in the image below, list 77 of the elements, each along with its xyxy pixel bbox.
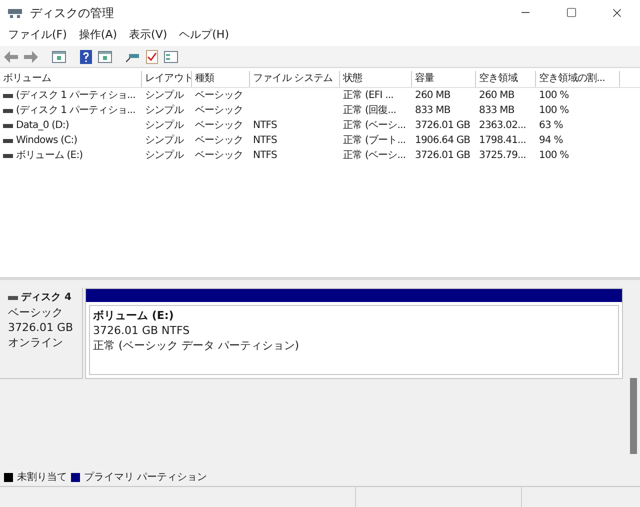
- table-cell: 833 MB: [415, 104, 450, 118]
- table-cell: ベーシック: [195, 134, 244, 148]
- table-cell: ベーシック: [195, 104, 244, 118]
- column-header[interactable]: 容量: [412, 71, 476, 87]
- legend-label: 未割り当て: [17, 470, 67, 485]
- table-cell: 正常 (回復...: [343, 104, 396, 118]
- volume-icon: [3, 108, 13, 112]
- table-cell: シンプル: [145, 104, 184, 118]
- table-cell: 260 MB: [479, 88, 514, 102]
- forward-arrow-icon[interactable]: [24, 50, 38, 62]
- properties-icon[interactable]: [164, 50, 178, 62]
- table-cell: 1906.64 GB: [415, 134, 470, 148]
- table-cell: 100 %: [539, 104, 569, 118]
- disk-type: ベーシック: [8, 305, 64, 320]
- table-cell: NTFS: [253, 134, 277, 148]
- table-cell: 正常 (ベーシ...: [343, 118, 406, 132]
- disk-icon: [8, 6, 22, 18]
- table-cell: NTFS: [253, 148, 277, 162]
- column-header[interactable]: 空き領域の割...: [536, 71, 620, 87]
- window-pane-icon[interactable]: [98, 50, 112, 62]
- table-cell: 正常 (EFI ...: [343, 88, 394, 102]
- disk-name: ディスク 4: [21, 291, 72, 305]
- table-cell: 3726.01 GB: [415, 148, 470, 162]
- menu-item[interactable]: ヘルプ(H): [175, 27, 233, 44]
- disk-info-panel[interactable]: ディスク 4 ベーシック 3726.01 GB オンライン: [0, 288, 83, 379]
- disk-status: オンライン: [8, 335, 64, 350]
- table-cell: 100 %: [539, 148, 569, 162]
- checklist-icon[interactable]: [146, 50, 158, 64]
- table-cell: 正常 (ベーシ...: [343, 148, 406, 162]
- table-cell: 833 MB: [479, 104, 514, 118]
- back-arrow-icon[interactable]: [4, 50, 18, 62]
- column-header[interactable]: 状態: [340, 71, 412, 87]
- partition-block[interactable]: ボリューム (E:) 3726.01 GB NTFS 正常 (ベーシック データ パーティション): [85, 288, 623, 379]
- table-cell: ベーシック: [195, 118, 244, 132]
- volume-icon: [3, 94, 13, 98]
- table-cell: NTFS: [253, 118, 277, 132]
- table-cell: 3725.79...: [479, 148, 526, 162]
- table-cell: (ディスク 1 パーティショ...: [16, 104, 136, 118]
- help-icon[interactable]: [80, 50, 92, 64]
- volume-icon: [3, 138, 13, 142]
- disk-size: 3726.01 GB: [8, 320, 74, 335]
- table-cell: 94 %: [539, 134, 563, 148]
- table-cell: シンプル: [145, 88, 184, 102]
- table-cell: シンプル: [145, 134, 184, 148]
- partition-name: ボリューム (E:): [93, 308, 175, 323]
- window-title: ディスクの管理: [30, 4, 114, 22]
- table-cell: ベーシック: [195, 148, 244, 162]
- table-cell: (ディスク 1 パーティショ...: [16, 88, 136, 102]
- table-cell: Windows (C:): [16, 134, 78, 148]
- table-cell: Data_0 (D:): [16, 118, 69, 132]
- volume-icon: [3, 154, 13, 158]
- table-cell: 100 %: [539, 88, 569, 102]
- table-cell: シンプル: [145, 148, 184, 162]
- table-cell: 2363.02...: [479, 118, 526, 132]
- column-header[interactable]: 空き領域: [476, 71, 536, 87]
- maximize-icon: [566, 7, 576, 18]
- table-cell: 260 MB: [415, 88, 450, 102]
- column-header[interactable]: レイアウト: [142, 71, 192, 87]
- scrollbar-thumb[interactable]: [630, 378, 637, 454]
- partition-status: 正常 (ベーシック データ パーティション): [93, 338, 300, 353]
- legend-label: プライマリ パーティション: [84, 470, 208, 485]
- partition-size: 3726.01 GB NTFS: [93, 323, 191, 338]
- table-cell: ボリューム (E:): [16, 148, 83, 162]
- column-header[interactable]: 種類: [192, 71, 250, 87]
- column-header[interactable]: ファイル システム: [250, 71, 340, 87]
- menu-item[interactable]: ファイル(F): [4, 27, 71, 44]
- column-header[interactable]: ボリューム: [0, 71, 142, 87]
- table-cell: シンプル: [145, 118, 184, 132]
- volume-icon: [3, 124, 13, 128]
- table-cell: 63 %: [539, 118, 563, 132]
- console-tree-icon[interactable]: [52, 50, 66, 62]
- table-cell: 1798.41...: [479, 134, 526, 148]
- table-cell: ベーシック: [195, 88, 244, 102]
- menu-item[interactable]: 操作(A): [74, 27, 122, 44]
- table-cell: 3726.01 GB: [415, 118, 470, 132]
- table-cell: 正常 (ブート...: [343, 134, 406, 148]
- menu-item[interactable]: 表示(V): [125, 27, 172, 44]
